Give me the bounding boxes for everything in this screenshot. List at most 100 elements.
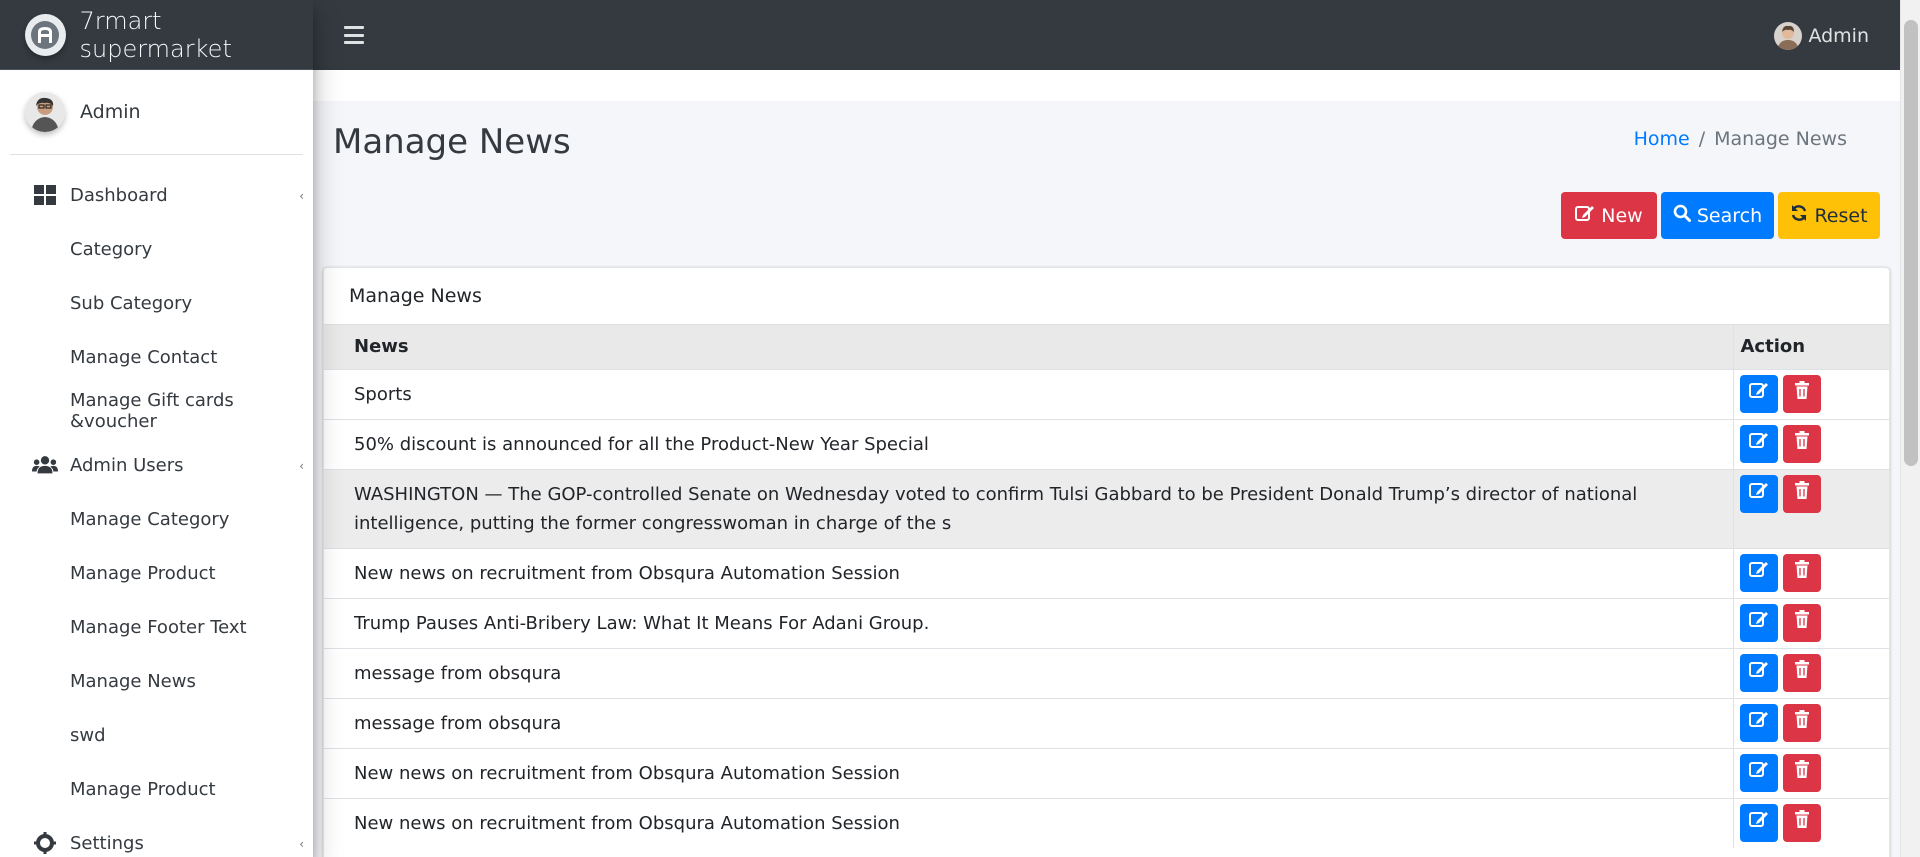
- sidebar-item-label: Manage Product: [70, 562, 216, 584]
- reset-button[interactable]: Reset: [1778, 192, 1880, 239]
- navbar-user-name: Admin: [1808, 25, 1869, 47]
- trash-icon: [1794, 708, 1810, 737]
- edit-news-button[interactable]: [1739, 553, 1778, 592]
- sidebar-item-dashboard[interactable]: Dashboard ‹: [0, 168, 313, 222]
- edit-icon: [1748, 479, 1769, 508]
- edit-news-button[interactable]: [1739, 703, 1778, 742]
- angle-left-icon: ‹: [299, 837, 304, 851]
- content-top-strip: [313, 70, 1900, 101]
- sidebar-item-category[interactable]: Category: [0, 222, 313, 276]
- sidebar-item-label: Dashboard: [70, 184, 168, 206]
- edit-icon: [1748, 608, 1769, 637]
- edit-icon: [1748, 808, 1769, 837]
- sidebar-item-manage-category[interactable]: Manage Category: [0, 492, 313, 546]
- breadcrumb-home-link[interactable]: Home: [1634, 128, 1690, 150]
- news-cell: New news on recruitment from Obsqura Aut…: [324, 797, 1733, 848]
- sidebar-item-label: Manage Footer Text: [70, 616, 247, 638]
- edit-news-button[interactable]: [1739, 374, 1778, 413]
- page-scrollbar[interactable]: [1900, 0, 1920, 857]
- user-panel[interactable]: Admin: [10, 70, 303, 155]
- edit-icon: [1748, 658, 1769, 687]
- delete-news-button[interactable]: [1782, 424, 1821, 463]
- sidebar-item-sub-category[interactable]: Sub Category: [0, 276, 313, 330]
- edit-icon: [1748, 429, 1769, 458]
- delete-news-button[interactable]: [1782, 474, 1821, 513]
- delete-news-button[interactable]: [1782, 703, 1821, 742]
- delete-news-button[interactable]: [1782, 753, 1821, 792]
- sidebar-item-label: Settings: [70, 832, 144, 854]
- column-header-action: Action: [1732, 325, 1889, 370]
- search-icon: [1673, 204, 1691, 227]
- edit-news-button[interactable]: [1739, 653, 1778, 692]
- dashboard-icon: [32, 185, 58, 205]
- sidebar-item-manage-news[interactable]: Manage News: [0, 654, 313, 708]
- edit-icon: [1575, 204, 1595, 227]
- delete-news-button[interactable]: [1782, 374, 1821, 413]
- menu-toggle-icon[interactable]: [342, 25, 366, 45]
- content-wrapper: Manage News Home / Manage News New Searc…: [313, 70, 1900, 857]
- sidebar-item-swd[interactable]: swd: [0, 708, 313, 762]
- news-cell: message from obsqura: [324, 697, 1733, 748]
- news-cell: message from obsqura: [324, 647, 1733, 698]
- delete-news-button[interactable]: [1782, 603, 1821, 642]
- reset-button-label: Reset: [1814, 204, 1868, 227]
- news-cell: Trump Pauses Anti-Bribery Law: What It M…: [324, 597, 1733, 648]
- sidebar-item-settings[interactable]: Settings ‹: [0, 816, 313, 857]
- trash-icon: [1794, 658, 1810, 687]
- table-row: WASHINGTON — The GOP-controlled Senate o…: [324, 468, 1889, 548]
- edit-news-button[interactable]: [1739, 753, 1778, 792]
- edit-news-button[interactable]: [1739, 803, 1778, 842]
- trash-icon: [1794, 429, 1810, 458]
- main-sidebar: 7rmart supermarket Admin Dashboard ‹ Cat…: [0, 0, 313, 857]
- sidebar-item-manage-product[interactable]: Manage Product: [0, 546, 313, 600]
- action-cell: [1732, 597, 1889, 648]
- news-card: Manage News News Action Sports 50% discou…: [323, 267, 1890, 857]
- action-cell: [1732, 797, 1889, 848]
- sidebar-item-label: Manage Contact: [70, 346, 218, 368]
- action-cell: [1732, 468, 1889, 548]
- new-button[interactable]: New: [1561, 192, 1657, 239]
- users-icon: [32, 455, 58, 475]
- delete-news-button[interactable]: [1782, 653, 1821, 692]
- edit-news-button[interactable]: [1739, 424, 1778, 463]
- brand-name: 7rmart supermarket: [79, 6, 232, 63]
- new-button-label: New: [1601, 204, 1643, 227]
- delete-news-button[interactable]: [1782, 553, 1821, 592]
- sidebar-item-label: Manage News: [70, 670, 196, 692]
- scrollbar-thumb[interactable]: [1904, 20, 1918, 466]
- sidebar-item-admin-users[interactable]: Admin Users ‹: [0, 438, 313, 492]
- table-row: New news on recruitment from Obsqura Aut…: [324, 747, 1889, 798]
- news-cell: 50% discount is announced for all the Pr…: [324, 418, 1733, 469]
- breadcrumb: Home / Manage News: [1634, 128, 1847, 150]
- table-row: Sports: [324, 368, 1889, 419]
- navbar-user-menu[interactable]: Admin: [1774, 22, 1869, 50]
- news-cell: WASHINGTON — The GOP-controlled Senate o…: [324, 468, 1733, 548]
- edit-news-button[interactable]: [1739, 474, 1778, 513]
- delete-news-button[interactable]: [1782, 803, 1821, 842]
- brand-link[interactable]: 7rmart supermarket: [0, 0, 313, 70]
- sidebar-nav: Dashboard ‹ Category Sub Category Manage…: [0, 155, 313, 857]
- angle-left-icon: ‹: [299, 459, 304, 473]
- card-title: Manage News: [324, 268, 1889, 325]
- trash-icon: [1794, 758, 1810, 787]
- breadcrumb-separator: /: [1698, 128, 1706, 150]
- action-cell: [1732, 547, 1889, 598]
- action-cell: [1732, 647, 1889, 698]
- sidebar-item-manage-gift-cards[interactable]: Manage Gift cards &voucher: [0, 384, 313, 438]
- search-button[interactable]: Search: [1661, 192, 1774, 239]
- sidebar-item-label: Sub Category: [70, 292, 193, 314]
- sidebar-item-label: Admin Users: [70, 454, 184, 476]
- angle-left-icon: ‹: [299, 189, 304, 203]
- news-table: News Action Sports 50% discount is announ…: [324, 325, 1889, 848]
- sidebar-item-manage-footer-text[interactable]: Manage Footer Text: [0, 600, 313, 654]
- table-row: Trump Pauses Anti-Bribery Law: What It M…: [324, 597, 1889, 648]
- news-cell: Sports: [324, 368, 1733, 419]
- sidebar-item-manage-contact[interactable]: Manage Contact: [0, 330, 313, 384]
- table-row: message from obsqura: [324, 697, 1889, 748]
- news-cell: New news on recruitment from Obsqura Aut…: [324, 747, 1733, 798]
- sidebar-item-label: Manage Product: [70, 778, 216, 800]
- sidebar-item-manage-product-2[interactable]: Manage Product: [0, 762, 313, 816]
- news-cell: New news on recruitment from Obsqura Aut…: [324, 547, 1733, 598]
- edit-news-button[interactable]: [1739, 603, 1778, 642]
- avatar: [1774, 22, 1803, 50]
